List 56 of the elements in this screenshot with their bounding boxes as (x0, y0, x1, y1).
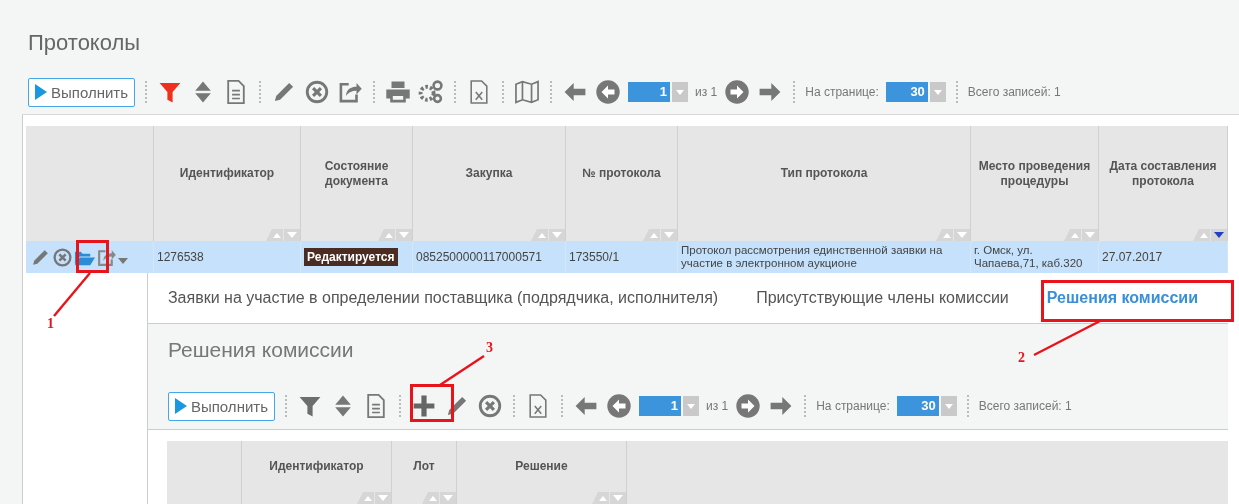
column-header[interactable]: Идентификатор (269, 459, 364, 474)
annotation-number: 3 (486, 340, 493, 356)
column-header[interactable]: Дата составления протокола (1099, 158, 1227, 189)
table-cell: 0852500000117000571 (416, 250, 542, 264)
circle-arrow-left-icon[interactable] (595, 79, 622, 105)
cancel-icon[interactable] (304, 79, 331, 105)
table-cell: 1276538 (157, 250, 204, 264)
sort-arrows-icon[interactable] (1193, 229, 1227, 241)
caret-icon[interactable] (118, 258, 128, 264)
column-header[interactable]: Закупка (465, 166, 513, 181)
tab[interactable]: Присутствующие члены комиссии (748, 289, 1017, 307)
leader-line (53, 272, 91, 317)
column-header[interactable]: Тип протокола (780, 166, 868, 181)
page-number-field[interactable]: 1 (639, 396, 681, 416)
section-title: Решения комиссии (167, 337, 354, 363)
cancel-icon[interactable] (477, 393, 503, 419)
column-header[interactable]: Место проведения процедуры (971, 158, 1098, 189)
leader-line (439, 355, 485, 386)
table-cell: 27.07.2017 (1102, 250, 1163, 264)
total-records: Всего записей: 1 (978, 399, 1072, 413)
status-badge: Редактируется (304, 248, 398, 266)
annotation-number: 2 (1018, 350, 1025, 366)
highlight-frame (76, 240, 109, 273)
per-page-label: На странице: (805, 85, 879, 99)
table-cell: 173550/1 (569, 250, 620, 264)
column-header[interactable]: Идентификатор (179, 166, 275, 181)
circle-arrow-left-icon[interactable] (606, 393, 632, 419)
run-button[interactable]: Выполнить (28, 77, 136, 107)
gears-icon[interactable] (418, 79, 445, 105)
leader-line (1033, 319, 1101, 357)
circle-arrow-right-icon[interactable] (735, 393, 762, 419)
page-count: из 1 (695, 85, 718, 99)
table-cell-text: г. Омск, ул. Чапаева,71, каб.320 (974, 244, 1084, 270)
per-page-field[interactable]: 30 (896, 396, 939, 416)
column-header[interactable]: № протокола (582, 166, 661, 181)
printer-icon[interactable] (385, 79, 412, 105)
column-header[interactable]: Состояние документа (301, 158, 412, 189)
per-page-label: На странице: (816, 399, 890, 413)
table-row[interactable]: 1276538 Редактируется 0852500000117000571 173550/1 Протокол рассмотрения единственной заявки на участие в электронном аукционе г. Омск, ул. Чапаева,71, каб.320 27.07.2017 (26, 241, 1228, 273)
total-records: Всего записей: 1 (967, 85, 1061, 99)
cancel-icon[interactable] (52, 246, 73, 268)
annotation-number: 1 (47, 316, 54, 332)
tab[interactable]: Заявки на участие в определении поставщика (подрядчика, исполнителя) (159, 289, 727, 307)
run-button[interactable]: Выполнить (167, 391, 275, 421)
tab[interactable]: Решения комиссии (1038, 289, 1206, 307)
per-page-field[interactable]: 30 (885, 82, 928, 102)
table-cell-text: Протокол рассмотрения единственной заявки на участие в электронном аукционе (681, 244, 944, 270)
page-count: из 1 (706, 399, 729, 413)
circle-arrow-right-icon[interactable] (724, 79, 751, 105)
column-header[interactable]: Решение (515, 459, 568, 474)
column-header[interactable]: Лот (413, 459, 435, 474)
highlight-frame (410, 384, 454, 422)
map-icon[interactable] (514, 79, 541, 105)
page-number-field[interactable]: 1 (628, 82, 671, 102)
plus-icon[interactable] (411, 393, 437, 419)
page-title: Протоколы (28, 30, 141, 56)
